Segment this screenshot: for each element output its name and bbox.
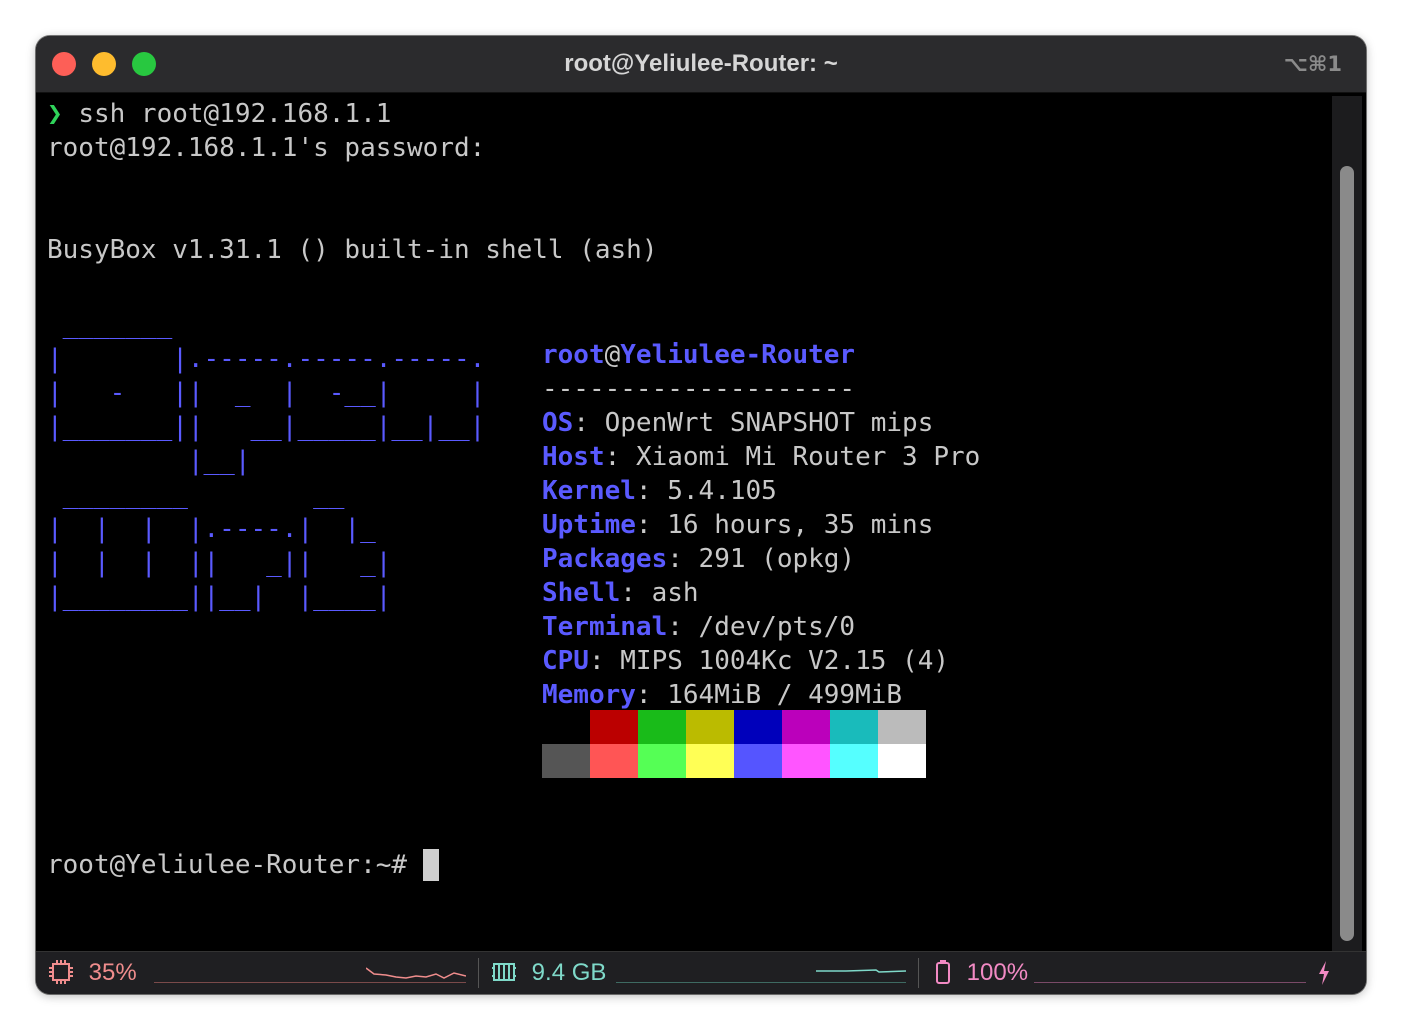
- info-row-uptime: Uptime: 16 hours, 35 mins: [542, 510, 934, 540]
- color-swatch: [782, 710, 830, 744]
- info-row-host: Host: Xiaomi Mi Router 3 Pro: [542, 442, 981, 472]
- neofetch-underline: --------------------: [542, 374, 856, 404]
- cpu-usage: 35%: [88, 959, 137, 986]
- info-row-os: OS: OpenWrt SNAPSHOT mips: [542, 408, 934, 438]
- info-value: 291 (opkg): [698, 544, 856, 574]
- color-swatch: [590, 710, 638, 744]
- info-key: Host: [542, 442, 605, 472]
- cpu-status[interactable]: 35%: [48, 952, 137, 994]
- terminal-window: root@Yeliulee-Router: ~ ⌥⌘1 ❯ ssh root@1…: [36, 36, 1366, 994]
- bolt-icon: [1319, 961, 1329, 985]
- info-key: Shell: [542, 578, 621, 608]
- password-prompt: root@192.168.1.1's password:: [47, 133, 486, 163]
- ssh-command: ssh root@192.168.1.1: [78, 99, 392, 129]
- neofetch-user: root: [542, 340, 605, 370]
- color-swatch: [638, 744, 686, 778]
- info-value: 16 hours, 35 mins: [667, 510, 934, 540]
- memory-usage: 9.4 GB: [531, 959, 607, 986]
- info-key: Uptime: [542, 510, 636, 540]
- window-shortcut: ⌥⌘1: [1283, 52, 1342, 76]
- color-swatch: [542, 710, 590, 744]
- info-value: 164MiB / 499MiB: [667, 680, 903, 710]
- neofetch-host: Yeliulee-Router: [620, 340, 856, 370]
- final-prompt: root@Yeliulee-Router:~#: [47, 850, 408, 880]
- title-bar: root@Yeliulee-Router: ~ ⌥⌘1: [36, 36, 1366, 93]
- info-value: Xiaomi Mi Router 3 Pro: [635, 442, 981, 472]
- ssh-command-line: ❯ ssh root@192.168.1.1: [47, 97, 391, 131]
- info-key: Terminal: [542, 612, 668, 642]
- info-row-packages: Packages: 291 (opkg): [542, 544, 856, 574]
- memory-icon: [492, 962, 516, 981]
- final-prompt-line[interactable]: root@Yeliulee-Router:~#: [47, 848, 439, 882]
- color-swatch: [686, 744, 734, 778]
- info-value: /dev/pts/0: [698, 612, 856, 642]
- info-row-terminal: Terminal: /dev/pts/0: [542, 612, 856, 642]
- info-value: 5.4.105: [667, 476, 777, 506]
- color-swatch: [542, 744, 590, 778]
- status-divider: [918, 958, 919, 988]
- prompt-arrow-icon: ❯: [47, 99, 63, 129]
- neofetch-info: root@Yeliulee-Router -------------------…: [542, 338, 980, 712]
- neofetch-title: root@Yeliulee-Router: [542, 338, 980, 372]
- info-key: CPU: [542, 646, 589, 676]
- openwrt-ascii-logo: _______ | |.-----.-----.-----. | - || _ …: [47, 310, 486, 612]
- info-key: Kernel: [542, 476, 636, 506]
- cpu-icon: [49, 959, 73, 984]
- info-value: MIPS 1004Kc V2.15 (4): [620, 646, 950, 676]
- status-divider: [478, 958, 479, 988]
- window-title: root@Yeliulee-Router: ~: [564, 50, 838, 77]
- color-swatch: [830, 710, 878, 744]
- info-key: Memory: [542, 680, 636, 710]
- info-key: Packages: [542, 544, 668, 574]
- color-palette: [542, 710, 926, 778]
- scrollbar-thumb[interactable]: [1340, 166, 1354, 941]
- color-swatch: [734, 744, 782, 778]
- color-swatch: [734, 710, 782, 744]
- scrollbar-track[interactable]: [1332, 96, 1362, 951]
- battery-graph-baseline: [1034, 982, 1306, 983]
- color-swatch: [878, 744, 926, 778]
- text-cursor: [422, 849, 439, 881]
- battery-icon: [936, 959, 950, 984]
- cpu-graph: [366, 967, 466, 979]
- neofetch-at: @: [604, 340, 621, 370]
- busybox-banner: BusyBox v1.31.1 () built-in shell (ash): [47, 235, 658, 265]
- info-value: OpenWrt SNAPSHOT mips: [604, 408, 934, 438]
- info-value: ash: [651, 578, 699, 608]
- info-row-cpu: CPU: MIPS 1004Kc V2.15 (4): [542, 646, 950, 676]
- memory-graph: [816, 969, 906, 973]
- color-swatch: [590, 744, 638, 778]
- memory-status[interactable]: 9.4 GB: [491, 952, 606, 994]
- color-swatch: [638, 710, 686, 744]
- terminal-output[interactable]: ❯ ssh root@192.168.1.1 root@192.168.1.1'…: [36, 93, 1336, 951]
- color-swatch: [782, 744, 830, 778]
- battery-level: 100%: [966, 959, 1029, 986]
- info-key: OS: [542, 408, 574, 438]
- battery-status[interactable]: 100%: [934, 952, 1028, 994]
- status-bar: 35% 9.4 GB 100%: [36, 951, 1366, 994]
- info-row-memory: Memory: 164MiB / 499MiB: [542, 680, 903, 710]
- color-swatch: [878, 710, 926, 744]
- info-row-shell: Shell: ash: [542, 578, 699, 608]
- info-row-kernel: Kernel: 5.4.105: [542, 476, 777, 506]
- color-swatch: [686, 710, 734, 744]
- color-swatch: [830, 744, 878, 778]
